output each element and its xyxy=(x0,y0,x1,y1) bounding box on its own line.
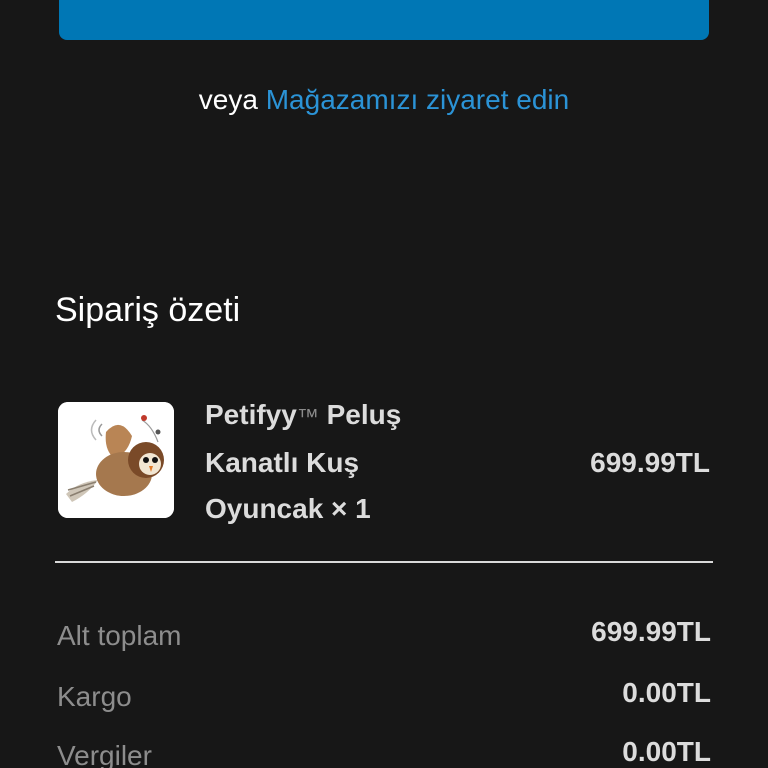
product-name-part2: Peluş xyxy=(326,399,402,430)
subtotal-row: Alt toplam 699.99TL xyxy=(57,616,711,656)
taxes-label: Vergiler xyxy=(57,740,152,768)
alternate-action-line: veya Mağazamızı ziyaret edin xyxy=(0,84,768,116)
shipping-value: 0.00TL xyxy=(622,677,711,708)
order-summary-title: Sipariş özeti xyxy=(55,291,241,329)
product-name: Petifyy™ Peluş Kanatlı Kuş Oyuncak × 1 xyxy=(205,392,505,532)
subtotal-value: 699.99TL xyxy=(591,616,711,647)
product-price: 699.99TL xyxy=(590,447,710,478)
product-name-line2: Kanatlı Kuş xyxy=(205,447,360,478)
taxes-value: 0.00TL xyxy=(622,736,711,767)
taxes-row: Vergiler 0.00TL xyxy=(57,736,711,768)
bird-plush-toy-icon xyxy=(58,402,174,518)
subtotal-label: Alt toplam xyxy=(57,620,182,651)
product-brand: Petifyy xyxy=(205,399,297,430)
product-image xyxy=(58,402,174,518)
visit-store-link[interactable]: Mağazamızı ziyaret edin xyxy=(266,84,569,115)
primary-action-button[interactable] xyxy=(59,0,709,40)
shipping-label: Kargo xyxy=(57,681,132,712)
or-text: veya xyxy=(198,84,258,115)
product-name-line3: Oyuncak × 1 xyxy=(205,493,371,524)
shipping-row: Kargo 0.00TL xyxy=(57,677,711,717)
summary-divider xyxy=(55,561,713,563)
trademark-symbol: ™ xyxy=(296,404,319,429)
